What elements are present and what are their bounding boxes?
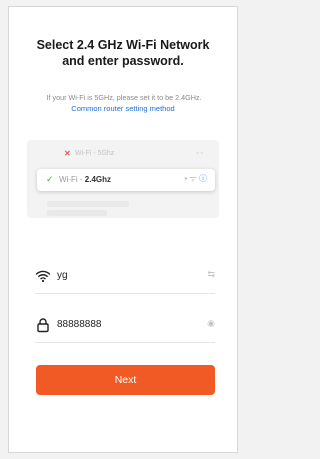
network-24g-label: Wi-Fi - 2.4Ghz [59, 175, 111, 184]
wifi-signal-icon: ᯤ [189, 174, 197, 183]
router-setting-link[interactable]: Common router setting method [9, 104, 237, 113]
lock-wifi-icon: ▪ ▪ [196, 150, 203, 157]
network-5g-row: ✕ Wi-Fi - 5Ghz ▪ ▪ [31, 145, 213, 163]
lock-icon [37, 318, 49, 333]
password-value: 88888888 [57, 319, 102, 330]
wifi-icon [35, 270, 51, 283]
wifi-setup-card: Select 2.4 GHz Wi-Fi Network and enter p… [8, 6, 238, 453]
placeholder-bar [47, 210, 107, 216]
check-icon: ✓ [46, 174, 54, 184]
info-icon: ⓘ [199, 174, 207, 183]
title-line-2: and enter password. [62, 54, 184, 68]
lock-icon: ▪ [184, 174, 188, 183]
wifi-ssid-value: yg [57, 270, 68, 281]
wifi-ssid-field[interactable]: yg ⇆ [35, 266, 215, 294]
page-title: Select 2.4 GHz Wi-Fi Network and enter p… [9, 37, 237, 69]
next-button[interactable]: Next [36, 365, 215, 395]
password-field[interactable]: 88888888 ◉ [35, 315, 215, 343]
placeholder-bar [47, 201, 129, 207]
divider [35, 342, 215, 343]
x-icon: ✕ [64, 149, 71, 158]
network-24g-row: ✓ Wi-Fi - 2.4Ghz ▪ ᯤ ⓘ [37, 169, 215, 191]
network-5g-label: Wi-Fi - 5Ghz [75, 150, 115, 157]
eye-icon[interactable]: ◉ [207, 318, 215, 329]
divider [35, 293, 215, 294]
band-hint: If your Wi-Fi is 5GHz, please set it to … [46, 93, 202, 102]
swap-icon[interactable]: ⇆ [207, 269, 215, 280]
network-status-icons: ▪ ᯤ ⓘ [184, 173, 207, 184]
title-line-1: Select 2.4 GHz Wi-Fi Network [36, 38, 210, 52]
